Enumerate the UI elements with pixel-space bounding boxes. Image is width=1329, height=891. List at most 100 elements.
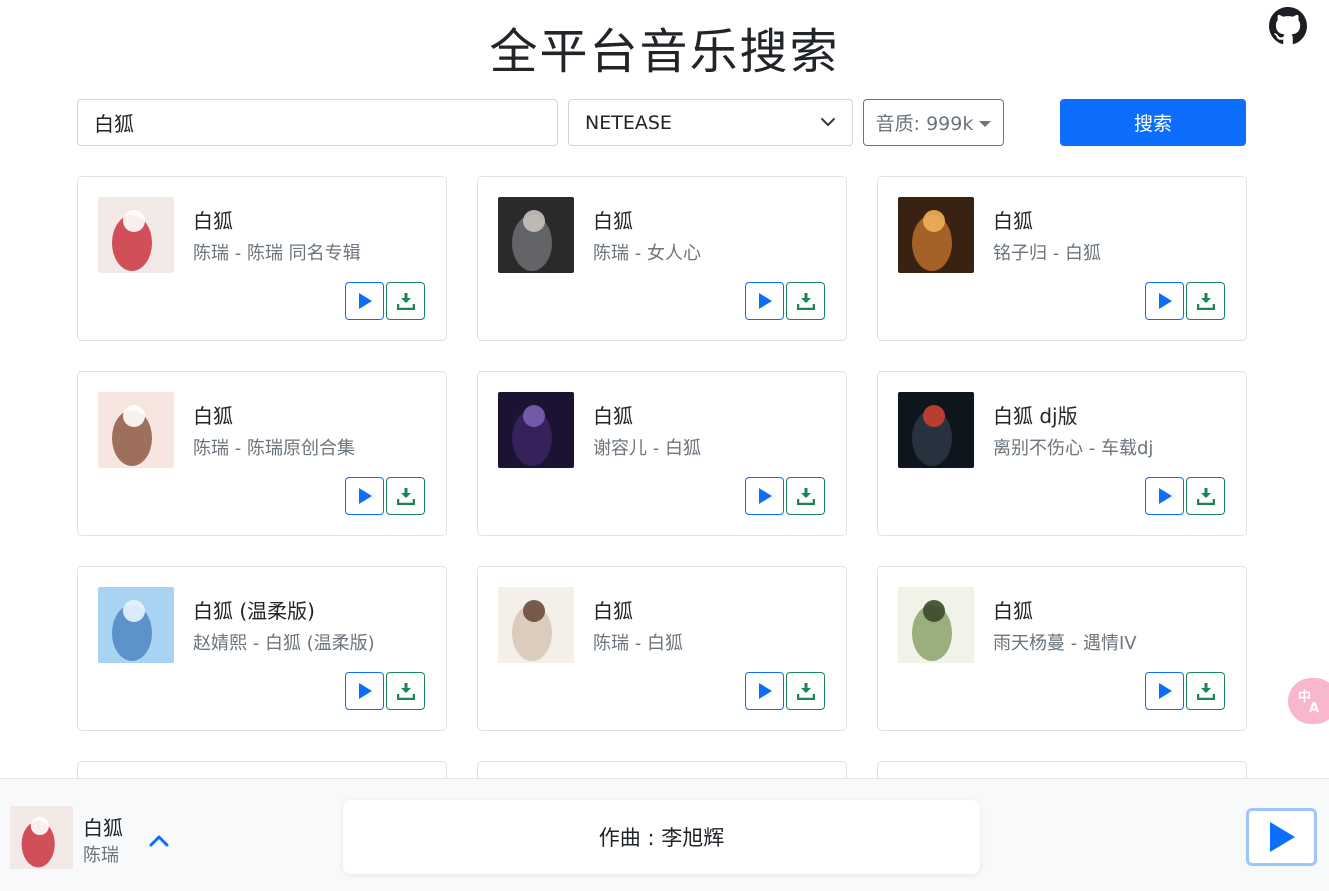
- download-button[interactable]: [786, 282, 825, 320]
- lyric-line: 作曲 : 李旭辉: [598, 826, 725, 850]
- song-title: 白狐: [993, 209, 1033, 233]
- play-button[interactable]: [745, 672, 784, 710]
- album-cover: [898, 392, 974, 468]
- play-button[interactable]: [1145, 672, 1184, 710]
- download-button[interactable]: [1186, 672, 1225, 710]
- download-icon: [396, 683, 415, 700]
- play-button[interactable]: [745, 282, 784, 320]
- play-icon: [358, 683, 372, 699]
- quality-dropdown-button[interactable]: 音质: 999k: [863, 99, 1004, 146]
- song-title: 白狐: [593, 599, 633, 623]
- search-button[interactable]: 搜索: [1060, 99, 1246, 146]
- page-title: 全平台音乐搜索: [489, 24, 840, 80]
- cover-highlight: [923, 210, 945, 232]
- song-artist-album: 陈瑞 - 白狐: [593, 633, 683, 654]
- cover-highlight: [523, 405, 545, 427]
- lyric-display: 作曲 : 李旭辉: [343, 800, 980, 874]
- quality-label: 音质: 999k: [875, 113, 974, 135]
- album-cover-art: [98, 587, 174, 663]
- page: 全平台音乐搜索 NETEASE 音质: 999k 搜索 白狐陈瑞 - 陈瑞 同名…: [0, 0, 1329, 891]
- download-button[interactable]: [1186, 282, 1225, 320]
- expand-player-button[interactable]: [147, 829, 171, 853]
- song-artist-album: 陈瑞 - 女人心: [593, 243, 701, 264]
- github-icon[interactable]: [1268, 6, 1308, 46]
- player-cover[interactable]: [10, 806, 73, 869]
- song-card: 白狐 谢容儿 - 白狐: [477, 371, 847, 536]
- player-play-button[interactable]: [1246, 808, 1317, 866]
- song-artist-album: 赵婧熙 - 白狐 (温柔版): [193, 633, 375, 654]
- play-button[interactable]: [1145, 477, 1184, 515]
- song-card: 白狐陈瑞 - 白狐: [477, 566, 847, 731]
- song-title: 白狐: [193, 404, 233, 428]
- cover-highlight: [123, 210, 145, 232]
- download-button[interactable]: [386, 672, 425, 710]
- play-icon: [1269, 822, 1295, 852]
- cover-highlight: [523, 210, 545, 232]
- cover-highlight: [923, 600, 945, 622]
- album-cover: [898, 587, 974, 663]
- album-cover-art: [98, 197, 174, 273]
- song-card: 白狐铭子归 - 白狐: [877, 176, 1247, 341]
- download-button[interactable]: [386, 477, 425, 515]
- translate-text-a: A: [1309, 701, 1319, 714]
- album-cover: [498, 392, 574, 468]
- album-cover: [898, 197, 974, 273]
- download-button[interactable]: [386, 282, 425, 320]
- album-cover-art: [898, 392, 974, 468]
- play-icon: [758, 293, 772, 309]
- play-icon: [758, 488, 772, 504]
- song-card: 白狐 陈瑞 - 陈瑞 同名专辑: [77, 176, 447, 341]
- cover-highlight: [123, 405, 145, 427]
- translate-glyph: 中 A: [1298, 689, 1319, 714]
- song-artist-album: 陈瑞 - 陈瑞原创合集: [193, 438, 355, 459]
- cover-highlight: [30, 816, 49, 836]
- song-artist-album: 谢容儿 - 白狐: [593, 438, 701, 459]
- play-button[interactable]: [1145, 282, 1184, 320]
- chevron-down-icon: [821, 118, 835, 126]
- song-card: 白狐 dj版 离别不伤心 - 车载dj: [877, 371, 1247, 536]
- bottom-player: 白狐 陈瑞 作曲 : 李旭辉: [0, 778, 1329, 891]
- download-button[interactable]: [1186, 477, 1225, 515]
- download-icon: [796, 488, 815, 505]
- results-grid: 白狐 陈瑞 - 陈瑞 同名专辑 白狐 陈瑞 - 女人心 白狐 铭子归 - 白狐 白狐 陈瑞 -…: [77, 176, 1247, 891]
- play-button[interactable]: [345, 282, 384, 320]
- cover-highlight: [923, 405, 945, 427]
- album-cover: [498, 197, 574, 273]
- album-cover: [98, 587, 174, 663]
- github-logo: [1269, 7, 1307, 45]
- play-button[interactable]: [345, 672, 384, 710]
- album-cover-art: [498, 197, 574, 273]
- download-icon: [796, 293, 815, 310]
- platform-select[interactable]: NETEASE: [568, 99, 853, 146]
- translate-icon[interactable]: 中 A: [1288, 678, 1329, 724]
- album-cover-art: [898, 587, 974, 663]
- play-icon: [758, 683, 772, 699]
- song-artist-album: 雨天杨蔓 - 遇情IV: [993, 633, 1137, 654]
- download-button[interactable]: [786, 672, 825, 710]
- player-cover-art: [10, 806, 73, 869]
- album-cover-art: [498, 587, 574, 663]
- song-title: 白狐 (温柔版): [193, 599, 315, 623]
- download-icon: [1196, 488, 1215, 505]
- song-artist-album: 铭子归 - 白狐: [993, 243, 1101, 264]
- play-icon: [1158, 293, 1172, 309]
- search-input[interactable]: [77, 99, 558, 146]
- song-title: 白狐: [593, 209, 633, 233]
- song-title: 白狐: [993, 599, 1033, 623]
- caret-down-icon: [979, 120, 992, 127]
- play-icon: [1158, 683, 1172, 699]
- album-cover: [498, 587, 574, 663]
- chevron-up-icon: [149, 835, 169, 847]
- download-icon: [1196, 683, 1215, 700]
- play-icon: [358, 488, 372, 504]
- album-cover: [98, 197, 174, 273]
- play-button[interactable]: [345, 477, 384, 515]
- play-icon: [358, 293, 372, 309]
- song-title: 白狐: [193, 209, 233, 233]
- song-card: 白狐雨天杨蔓 - 遇情IV: [877, 566, 1247, 731]
- download-button[interactable]: [786, 477, 825, 515]
- song-artist-album: 离别不伤心 - 车载dj: [993, 438, 1154, 459]
- play-button[interactable]: [745, 477, 784, 515]
- player-title: 白狐: [83, 816, 123, 840]
- download-icon: [796, 683, 815, 700]
